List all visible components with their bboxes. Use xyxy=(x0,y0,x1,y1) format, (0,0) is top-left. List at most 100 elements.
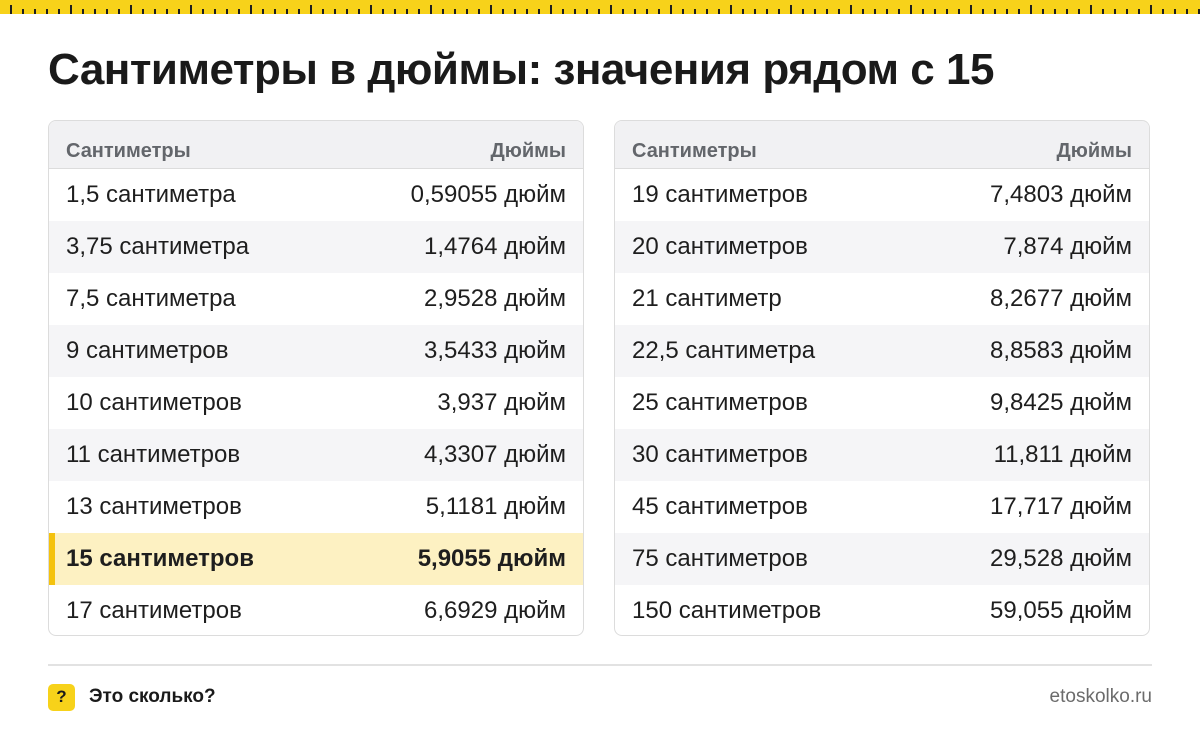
question-mark-icon: ? xyxy=(48,683,75,711)
ruler-tick xyxy=(790,5,792,14)
ruler-tick xyxy=(334,9,336,14)
ruler-tick xyxy=(922,9,924,14)
table-row: 75 сантиметров 29,528 дюйм xyxy=(615,533,1149,585)
table-header: Сантиметры Дюймы xyxy=(49,121,583,169)
ruler-tick xyxy=(10,5,12,14)
table-row: 19 сантиметров 7,4803 дюйм xyxy=(615,169,1149,221)
cell-centimeters: 25 сантиметров xyxy=(632,389,808,416)
ruler-tick xyxy=(1042,9,1044,14)
ruler-tick xyxy=(982,9,984,14)
site-url: etoskolko.ru xyxy=(1049,686,1152,707)
ruler-tick xyxy=(226,9,228,14)
ruler-tick xyxy=(526,9,528,14)
ruler-tick xyxy=(910,5,912,14)
ruler-tick xyxy=(466,9,468,14)
ruler-tick xyxy=(958,9,960,14)
ruler-tick xyxy=(70,5,72,14)
table-row: 25 сантиметров 9,8425 дюйм xyxy=(615,377,1149,429)
cell-inches: 5,9055 дюйм xyxy=(417,545,566,572)
ruler-tick xyxy=(142,9,144,14)
ruler-tick xyxy=(538,9,540,14)
ruler-tick xyxy=(766,9,768,14)
ruler-tick xyxy=(274,9,276,14)
table-row: 22,5 сантиметра 8,8583 дюйм xyxy=(615,325,1149,377)
cell-inches: 7,874 дюйм xyxy=(1003,233,1132,260)
ruler-tick xyxy=(178,9,180,14)
ruler-tick xyxy=(1162,9,1164,14)
ruler-tick xyxy=(898,9,900,14)
cell-centimeters: 1,5 сантиметра xyxy=(66,181,236,208)
table-row: 30 сантиметров 11,811 дюйм xyxy=(615,429,1149,481)
ruler-tick xyxy=(94,9,96,14)
cell-centimeters: 20 сантиметров xyxy=(632,233,808,260)
ruler-tick xyxy=(718,9,720,14)
cell-centimeters: 10 сантиметров xyxy=(66,389,242,416)
ruler-tick xyxy=(58,9,60,14)
ruler-tick xyxy=(850,5,852,14)
ruler-tick xyxy=(826,9,828,14)
table-row: 17 сантиметров 6,6929 дюйм xyxy=(49,585,583,635)
ruler-tick xyxy=(622,9,624,14)
table-row: 11 сантиметров 4,3307 дюйм xyxy=(49,429,583,481)
ruler-tick xyxy=(418,9,420,14)
ruler-tick xyxy=(46,9,48,14)
ruler-tick xyxy=(994,9,996,14)
table-row: 45 сантиметров 17,717 дюйм xyxy=(615,481,1149,533)
ruler-tick xyxy=(394,9,396,14)
table-row: 13 сантиметров 5,1181 дюйм xyxy=(49,481,583,533)
ruler-tick xyxy=(262,9,264,14)
ruler-tick xyxy=(778,9,780,14)
ruler-tick xyxy=(934,9,936,14)
table-row: 21 сантиметр 8,2677 дюйм xyxy=(615,273,1149,325)
table-row: 150 сантиметров 59,055 дюйм xyxy=(615,585,1149,635)
ruler-tick xyxy=(814,9,816,14)
cell-inches: 4,3307 дюйм xyxy=(424,441,566,468)
ruler-tick xyxy=(1078,9,1080,14)
conversion-table-right: Сантиметры Дюймы 19 сантиметров 7,4803 д… xyxy=(614,120,1150,636)
cell-inches: 9,8425 дюйм xyxy=(990,389,1132,416)
ruler-tick xyxy=(670,5,672,14)
ruler-tick xyxy=(694,9,696,14)
ruler-tick xyxy=(550,5,552,14)
cell-centimeters: 21 сантиметр xyxy=(632,285,782,312)
cell-centimeters: 9 сантиметров xyxy=(66,337,229,364)
ruler-tick xyxy=(346,9,348,14)
cell-inches: 8,2677 дюйм xyxy=(990,285,1132,312)
table-row: 9 сантиметров 3,5433 дюйм xyxy=(49,325,583,377)
ruler-tick xyxy=(610,5,612,14)
ruler-tick xyxy=(658,9,660,14)
header-inches: Дюймы xyxy=(1056,140,1133,162)
footer-brand: ? Это сколько? xyxy=(48,683,216,711)
ruler-tick xyxy=(298,9,300,14)
ruler-tick xyxy=(514,9,516,14)
cell-inches: 59,055 дюйм xyxy=(990,597,1132,624)
page-title: Сантиметры в дюймы: значения рядом с 15 xyxy=(48,45,994,94)
cell-centimeters: 17 сантиметров xyxy=(66,597,242,624)
ruler-tick xyxy=(862,9,864,14)
ruler-tick xyxy=(286,9,288,14)
ruler-tick xyxy=(34,9,36,14)
ruler-tick xyxy=(118,9,120,14)
cell-centimeters: 75 сантиметров xyxy=(632,545,808,572)
ruler-tick xyxy=(838,9,840,14)
cell-centimeters: 7,5 сантиметра xyxy=(66,285,236,312)
cell-centimeters: 22,5 сантиметра xyxy=(632,337,816,364)
ruler-tick xyxy=(562,9,564,14)
ruler-tick xyxy=(1066,9,1068,14)
table-header: Сантиметры Дюймы xyxy=(615,121,1149,169)
cell-inches: 3,5433 дюйм xyxy=(424,337,566,364)
ruler-tick xyxy=(154,9,156,14)
brand-name: Это сколько? xyxy=(89,686,216,707)
ruler-tick xyxy=(166,9,168,14)
ruler-tick xyxy=(490,5,492,14)
ruler-tick xyxy=(730,5,732,14)
ruler-tick xyxy=(250,5,252,14)
cell-inches: 3,937 дюйм xyxy=(437,389,566,416)
ruler-tick xyxy=(682,9,684,14)
table-row: 1,5 сантиметра 0,59055 дюйм xyxy=(49,169,583,221)
cell-inches: 11,811 дюйм xyxy=(993,441,1132,468)
cell-centimeters: 15 сантиметров xyxy=(66,545,254,572)
ruler-tick xyxy=(1138,9,1140,14)
cell-inches: 5,1181 дюйм xyxy=(425,493,566,520)
footer-divider xyxy=(48,664,1152,666)
